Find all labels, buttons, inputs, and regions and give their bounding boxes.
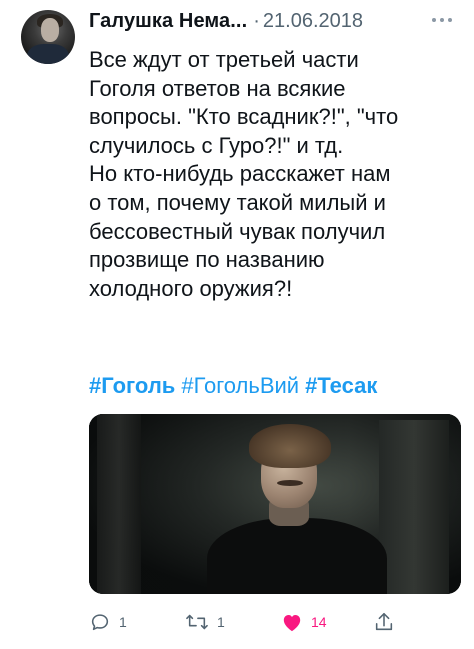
tweet-text: Все ждут от третьей части Гоголя ответов… bbox=[89, 46, 461, 303]
share-button[interactable] bbox=[373, 605, 395, 639]
hashtag-link[interactable]: #Тесак bbox=[305, 373, 377, 398]
reply-icon bbox=[91, 614, 109, 631]
tweet[interactable]: Галушка Нема... · 21.06.2018 Все ждут от т… bbox=[0, 0, 474, 649]
share-icon bbox=[375, 612, 393, 631]
hashtag-link[interactable]: #ГогольВий bbox=[181, 373, 299, 398]
tweet-text-line: Но кто-нибудь расскажет нам bbox=[89, 161, 391, 187]
tweet-text-line: случилось с Гуро?!" и тд. bbox=[89, 132, 344, 158]
dot-icon bbox=[440, 18, 444, 22]
tweet-text-line: Все ждут от третьей части bbox=[89, 47, 359, 72]
tweet-text-line: о том, почему такой милый и bbox=[89, 189, 386, 215]
media-image[interactable] bbox=[89, 414, 461, 594]
tweet-text-line: бессовестный чувак получил bbox=[89, 218, 386, 244]
figure-hair bbox=[249, 424, 331, 468]
retweet-icon bbox=[186, 614, 208, 630]
retweet-count: 1 bbox=[217, 614, 225, 630]
retweet-button[interactable]: 1 bbox=[185, 605, 225, 639]
tweet-text-line: холодного оружия?! bbox=[89, 275, 293, 301]
scene-pillar bbox=[97, 414, 141, 594]
separator: · bbox=[253, 10, 260, 32]
avatar-face bbox=[41, 18, 59, 42]
heart-filled-icon bbox=[283, 615, 301, 632]
like-button[interactable]: 14 bbox=[281, 605, 327, 639]
scene-door bbox=[379, 420, 449, 594]
reply-count: 1 bbox=[119, 614, 127, 630]
author-name[interactable]: Галушка Нема... bbox=[89, 10, 247, 32]
tweet-header: Галушка Нема... · 21.06.2018 bbox=[89, 10, 459, 36]
hashtag-link[interactable]: #Гоголь bbox=[89, 373, 175, 398]
action-bar: 1 1 14 bbox=[89, 605, 461, 639]
tweet-date[interactable]: 21.06.2018 bbox=[263, 10, 363, 32]
hashtags: #Гоголь #ГогольВий #Тесак bbox=[89, 372, 383, 400]
tweet-text-line: Гоголя ответов на всякие bbox=[89, 75, 346, 101]
tweet-text-line: вопросы. "Кто всадник?!", "что bbox=[89, 104, 399, 130]
dot-icon bbox=[432, 18, 436, 22]
more-options-icon[interactable] bbox=[425, 9, 459, 31]
tweet-text-line: прозвище по названию bbox=[89, 247, 325, 273]
figure-coat bbox=[207, 518, 387, 594]
avatar[interactable] bbox=[21, 10, 75, 64]
reply-button[interactable]: 1 bbox=[89, 605, 127, 639]
figure-mustache bbox=[277, 480, 303, 486]
dot-icon bbox=[448, 18, 452, 22]
like-count: 14 bbox=[311, 614, 327, 630]
avatar-coat bbox=[27, 44, 69, 64]
